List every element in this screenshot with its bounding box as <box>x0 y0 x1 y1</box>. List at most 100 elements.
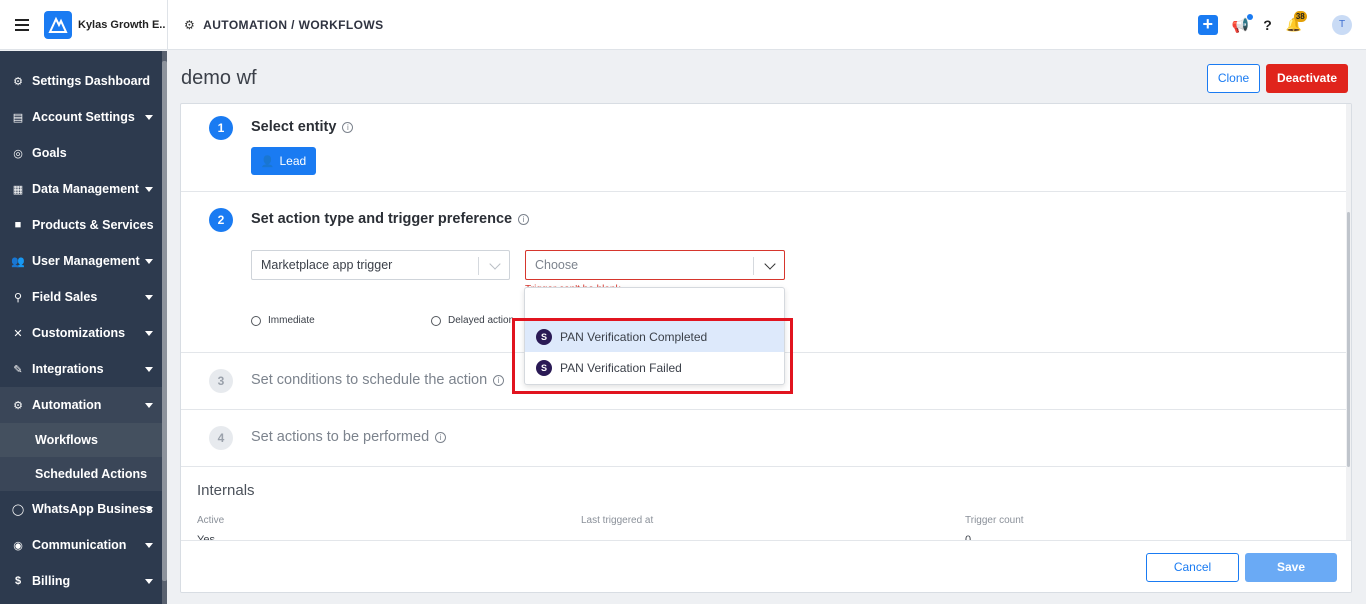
trigger-count-label: Trigger count <box>965 515 1024 526</box>
radio-circle <box>431 315 441 326</box>
chevron-down-icon <box>145 331 153 336</box>
step-number: 2 <box>209 208 233 232</box>
action-type-select[interactable]: Marketplace app trigger <box>251 250 510 280</box>
kylas-logo-icon <box>44 10 72 39</box>
select-separator <box>478 257 479 275</box>
trigger-select[interactable]: Choose <box>525 250 785 280</box>
sidebar-item-label: Field Sales <box>32 290 98 304</box>
tools-icon: ✕ <box>13 327 23 340</box>
sidebar-item-communication[interactable]: ◉ Communication <box>0 527 162 563</box>
sidebar-item-automation[interactable]: ⚙ Automation <box>0 387 162 423</box>
notifications-icon[interactable]: 🔔 38 <box>1286 11 1307 33</box>
chevron-down-icon <box>489 258 501 270</box>
annotation-highlight-box <box>512 318 793 394</box>
divider <box>181 466 1348 467</box>
users-icon: 👥 <box>11 255 25 268</box>
sidebar-item-goals[interactable]: ◎ Goals <box>0 135 162 171</box>
brand-name: Kylas Growth E... <box>78 18 166 31</box>
sidebar-item-settings-dashboard[interactable]: ⚙ Settings Dashboard <box>0 63 162 99</box>
step-title: Set conditions to schedule the action i <box>251 372 505 388</box>
field-sales-icon: ⚲ <box>13 291 23 304</box>
billing-icon: $ <box>14 575 22 587</box>
info-icon[interactable]: i <box>435 431 447 443</box>
save-button[interactable]: Save <box>1245 553 1337 582</box>
sidebar-item-field-sales[interactable]: ⚲ Field Sales <box>0 279 162 315</box>
action-type-value: Marketplace app trigger <box>261 258 393 272</box>
chevron-down-icon <box>145 579 153 584</box>
step-title: Select entity i <box>251 119 354 135</box>
panel-scrollbar-thumb[interactable] <box>1347 212 1350 467</box>
chevron-down-icon <box>145 543 153 548</box>
sidebar-item-user-management[interactable]: 👥 User Management <box>0 243 162 279</box>
sidebar-scrollbar-thumb[interactable] <box>162 61 167 581</box>
chevron-down-icon <box>764 258 776 270</box>
quick-add-button[interactable]: + <box>1197 15 1218 35</box>
chevron-down-icon <box>145 507 153 512</box>
avatar[interactable]: T <box>1332 15 1352 35</box>
sidebar-item-whatsapp-business[interactable]: ◯ WhatsApp Business <box>0 491 162 527</box>
sidebar-item-billing[interactable]: $ Billing <box>0 563 162 599</box>
page-title: demo wf <box>181 67 257 89</box>
sidebar-item-label: User Management <box>32 254 140 268</box>
step-number: 4 <box>209 426 233 450</box>
sidebar-scrollbar[interactable] <box>162 51 167 604</box>
sidebar-subitem-scheduled-actions[interactable]: Scheduled Actions <box>0 457 162 491</box>
info-icon[interactable]: i <box>342 121 354 133</box>
info-icon[interactable]: i <box>493 374 505 386</box>
chevron-down-icon <box>145 295 153 300</box>
table-icon: ▦ <box>12 183 24 196</box>
sidebar-item-data-management[interactable]: ▦ Data Management <box>0 171 162 207</box>
chevron-down-icon <box>145 187 153 192</box>
step-title-text: Set conditions to schedule the action <box>251 372 488 388</box>
sidebar-item-label: Integrations <box>32 362 104 376</box>
sidebar-item-label: WhatsApp Business <box>32 502 153 516</box>
sidebar-item-label: Billing <box>32 574 71 588</box>
sidebar-item-account-settings[interactable]: ▤ Account Settings <box>0 99 162 135</box>
delayed-action-radio[interactable]: Delayed action <box>431 315 514 326</box>
step-title-text: Set actions to be performed <box>251 429 430 445</box>
select-separator <box>753 257 754 275</box>
breadcrumb-text: AUTOMATION / WORKFLOWS <box>203 17 384 32</box>
step-title-text: Set action type and trigger preference <box>251 211 513 227</box>
radio-label: Immediate <box>268 315 315 326</box>
deactivate-button[interactable]: Deactivate <box>1266 64 1348 93</box>
sidebar-subitem-workflows[interactable]: Workflows <box>0 423 162 457</box>
panel-scrollbar[interactable] <box>1346 104 1351 540</box>
announcement-dot <box>1247 13 1254 20</box>
sidebar-item-label: Settings Dashboard <box>32 74 151 88</box>
sidebar-item-label: Automation <box>32 398 102 412</box>
brand[interactable]: Kylas Growth E... <box>44 0 168 50</box>
sidebar-item-products-services[interactable]: ■ Products & Services <box>0 207 162 243</box>
help-icon[interactable]: ? <box>1263 17 1272 33</box>
immediate-radio[interactable]: Immediate <box>251 315 315 326</box>
briefcase-icon: ■ <box>14 219 22 231</box>
sidebar: ⚙ Settings Dashboard ▤ Account Settings ◎ G… <box>0 51 167 604</box>
sidebar-item-integrations[interactable]: ✎ Integrations <box>0 351 162 387</box>
step-number: 3 <box>209 369 233 393</box>
target-icon: ◎ <box>13 147 23 160</box>
info-icon[interactable]: i <box>518 213 530 225</box>
clone-button[interactable]: Clone <box>1207 64 1260 93</box>
form-footer: Cancel Save <box>181 540 1351 592</box>
header-actions: + 📢 ? 🔔 38 T <box>1197 0 1366 50</box>
chevron-down-icon <box>145 403 153 408</box>
breadcrumb: ⚙ AUTOMATION / WORKFLOWS <box>184 18 384 32</box>
notification-count-badge: 38 <box>1293 11 1307 22</box>
radio-label: Delayed action <box>448 315 515 326</box>
sidebar-item-label: Products & Services <box>32 218 154 232</box>
cancel-button[interactable]: Cancel <box>1146 553 1239 582</box>
sidebar-item-label: Goals <box>32 146 67 160</box>
sidebar-item-customizations[interactable]: ✕ Customizations <box>0 315 162 351</box>
entity-label: Lead <box>279 154 307 168</box>
chevron-down-icon <box>145 367 153 372</box>
person-icon: 👤 <box>260 155 275 168</box>
divider <box>181 409 1348 410</box>
integrations-icon: ✎ <box>13 363 23 376</box>
chevron-down-icon <box>145 259 153 264</box>
gear-icon: ⚙ <box>13 75 23 88</box>
announcements-icon[interactable]: 📢 <box>1232 13 1254 34</box>
radio-circle <box>251 315 261 326</box>
menu-toggle-button[interactable] <box>0 0 44 50</box>
lead-entity-button[interactable]: 👤 Lead <box>251 147 316 175</box>
hamburger-icon <box>15 18 29 31</box>
